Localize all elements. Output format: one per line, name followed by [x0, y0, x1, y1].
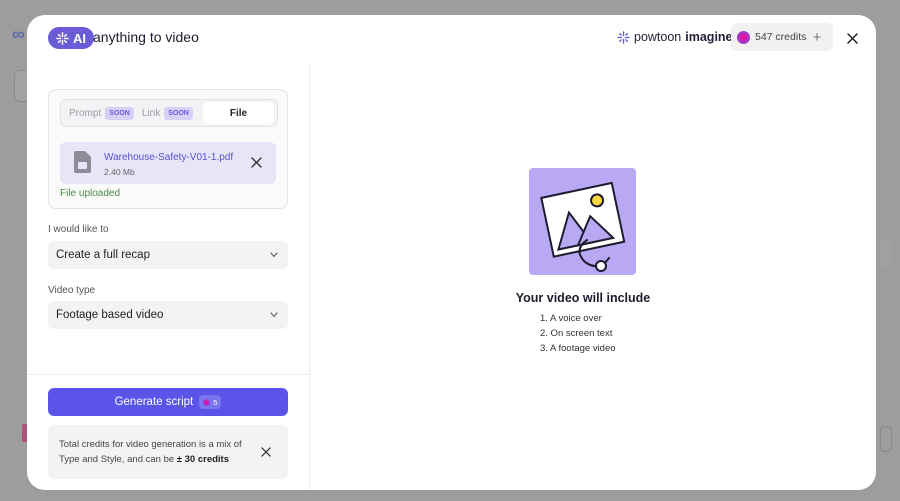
ai-badge: AI	[48, 27, 94, 49]
source-card: Prompt SOON Link SOON File Warehouse-Saf…	[48, 89, 288, 209]
anything-to-video-modal: AI anything to video powtoon imagine 547…	[27, 15, 876, 490]
file-size: 2.40 Mb	[104, 167, 135, 177]
powtoon-suffix: imagine	[685, 30, 733, 44]
tab-prompt[interactable]: Prompt SOON	[61, 101, 134, 125]
modal-title: anything to video	[93, 29, 199, 45]
modal-header: AI anything to video powtoon imagine 547…	[27, 15, 876, 63]
video-type-value: Footage based video	[56, 309, 164, 321]
upload-status: File uploaded	[60, 188, 121, 199]
list-item: 1. A voice over	[540, 313, 602, 324]
chevron-down-icon	[270, 312, 278, 318]
image-placeholder-icon	[540, 181, 626, 272]
credits-info-text: Total credits for video generation is a …	[59, 437, 244, 467]
list-item: 2. On screen text	[540, 328, 613, 339]
powtoon-imagine-logo: powtoon imagine	[617, 30, 733, 44]
background-panel	[880, 426, 892, 452]
powtoon-prefix: powtoon	[634, 30, 682, 44]
video-type-label: Video type	[48, 285, 96, 296]
divider	[27, 374, 310, 375]
file-name: Warehouse-Safety-V01-1.pdf	[104, 152, 234, 163]
soon-badge: SOON	[105, 106, 134, 120]
goal-value: Create a full recap	[56, 249, 150, 261]
chevron-down-icon	[270, 252, 278, 258]
goal-select[interactable]: Create a full recap	[48, 241, 288, 269]
goal-label: I would like to	[48, 224, 109, 235]
tab-prompt-label: Prompt	[69, 107, 102, 119]
close-modal-button[interactable]	[843, 29, 861, 47]
credits-info-box: Total credits for video generation is a …	[48, 425, 288, 479]
credit-cost-badge: 5	[199, 395, 222, 409]
video-illustration	[529, 168, 636, 275]
ai-badge-label: AI	[73, 30, 86, 46]
generate-label: Generate script	[114, 396, 194, 408]
info-text-bold: ± 30 credits	[176, 454, 229, 465]
preview-title: Your video will include	[515, 291, 651, 305]
credits-box: 547 credits +	[731, 23, 833, 51]
generate-script-button[interactable]: Generate script 5	[48, 388, 288, 416]
tab-link[interactable]: Link SOON	[134, 101, 193, 125]
background-panel	[880, 240, 892, 268]
source-tabs: Prompt SOON Link SOON File	[60, 99, 278, 127]
include-list: 1. A voice over 2. On screen text 3. A f…	[540, 311, 616, 356]
uploaded-file: Warehouse-Safety-V01-1.pdf 2.40 Mb	[60, 142, 276, 184]
list-item: 3. A footage video	[540, 343, 616, 354]
tab-file[interactable]: File	[203, 102, 274, 124]
credit-coin-icon	[737, 30, 750, 44]
tab-link-label: Link	[141, 107, 161, 119]
video-type-select[interactable]: Footage based video	[48, 301, 288, 329]
remove-file-icon[interactable]	[251, 157, 262, 168]
close-icon	[846, 32, 858, 44]
credit-cost: 5	[213, 397, 218, 407]
credits-count: 547 credits	[755, 31, 807, 43]
app-logo: ∞	[12, 24, 25, 44]
close-info-icon[interactable]	[261, 447, 271, 457]
credit-coin-icon	[203, 398, 211, 406]
sparkle-icon	[617, 30, 630, 44]
soon-badge: SOON	[164, 106, 193, 120]
settings-panel: Prompt SOON Link SOON File Warehouse-Saf…	[27, 63, 310, 490]
document-icon	[74, 151, 91, 173]
add-credits-button[interactable]: +	[807, 27, 827, 47]
sparkle-icon	[56, 31, 69, 45]
